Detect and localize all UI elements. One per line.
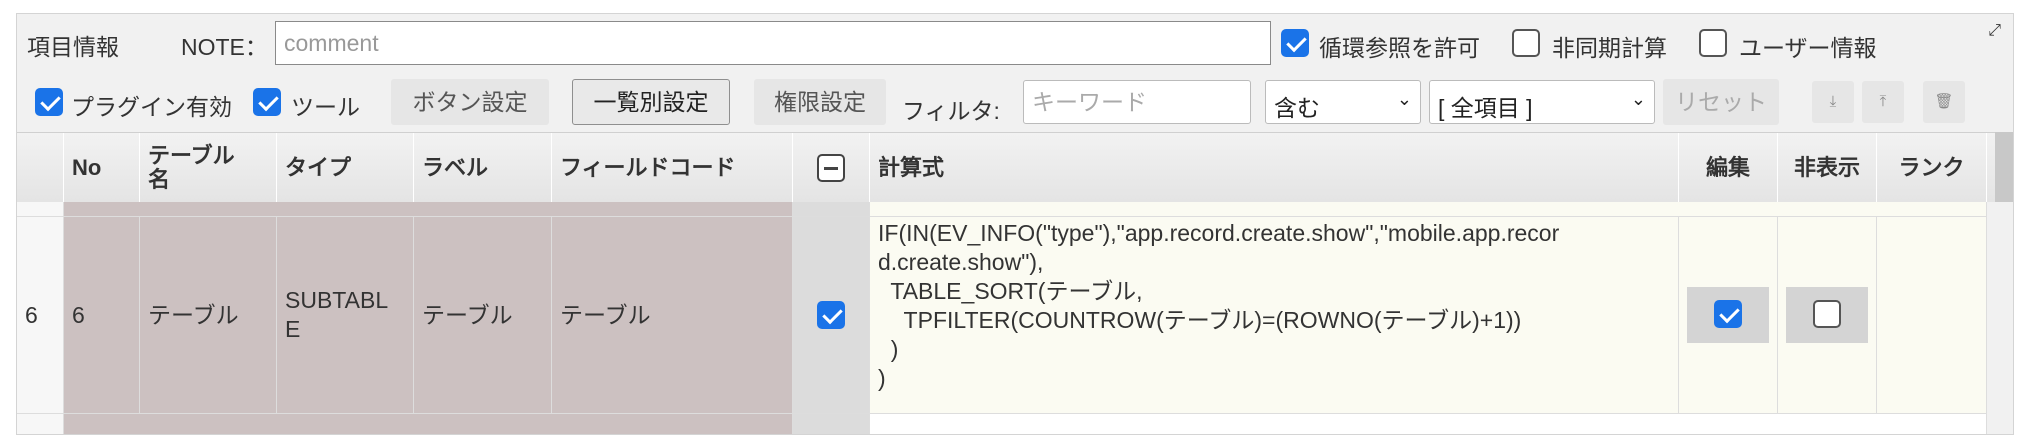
allow-circular-ref-label: 循環参照を許可	[1319, 35, 1480, 61]
col-hidden[interactable]: 非表示	[1778, 133, 1877, 203]
row-index: 6	[17, 217, 64, 414]
expand-icon[interactable]: ⤢	[1988, 22, 2001, 40]
async-calc-checkbox[interactable]	[1512, 29, 1540, 57]
col-label[interactable]: ラベル	[414, 133, 552, 203]
table-row[interactable]	[17, 414, 1997, 434]
section-title: 項目情報	[27, 34, 119, 60]
user-info-label: ユーザー情報	[1739, 35, 1877, 61]
col-type[interactable]: タイプ	[277, 133, 414, 203]
cell-edit	[1679, 217, 1778, 414]
filter-label: フィルタ:	[902, 98, 1000, 124]
cell-select	[793, 217, 870, 414]
plugin-settings-panel: 項目情報 NOTE： 循環参照を許可 非同期計算 ユーザー情報 ⤢ プラグイン有…	[16, 13, 2014, 435]
keyword-input[interactable]	[1023, 80, 1251, 124]
hidden-toggle[interactable]	[1786, 287, 1868, 343]
cell-table-name: テーブル	[140, 217, 277, 414]
download-icon[interactable]: ⤓	[1812, 81, 1854, 123]
list-settings-button[interactable]: 一覧別設定	[572, 79, 730, 125]
permission-settings-button[interactable]: 権限設定	[754, 79, 886, 125]
plugin-enabled-label: プラグイン有効	[71, 94, 232, 120]
table-row[interactable]: 6 6 テーブル SUBTABL E テーブル テーブル IF(IN(EV_IN…	[17, 217, 1997, 414]
cell-no: 6	[64, 217, 140, 414]
button-settings-button[interactable]: ボタン設定	[391, 79, 549, 125]
col-index	[17, 133, 64, 203]
deselect-all-icon[interactable]	[817, 154, 845, 182]
delete-icon[interactable]: 🗑	[1923, 81, 1965, 123]
tool-label: ツール	[291, 94, 360, 120]
match-select[interactable]: 含む ⌄	[1265, 80, 1421, 124]
cell-formula[interactable]: IF(IN(EV_INFO("type"),"app.record.create…	[870, 217, 1679, 414]
col-table-name[interactable]: テーブル 名	[140, 133, 277, 203]
match-select-value: 含む	[1274, 95, 1320, 121]
allow-circular-ref-checkbox[interactable]	[1281, 29, 1309, 57]
field-select[interactable]: [ 全項目 ] ⌄	[1429, 80, 1655, 124]
cell-field-code: テーブル	[552, 217, 793, 414]
chevron-down-icon: ⌄	[1630, 89, 1646, 109]
header-row: 項目情報 NOTE： 循環参照を許可 非同期計算 ユーザー情報 ⤢	[17, 14, 2013, 70]
table-header: No テーブル 名 タイプ ラベル フィールドコード 計算式 編集 非表示 ラン…	[17, 132, 1997, 203]
cell-type: SUBTABL E	[277, 217, 414, 414]
tool-checkbox[interactable]	[253, 88, 281, 116]
col-field-code[interactable]: フィールドコード	[552, 133, 793, 203]
async-calc-label: 非同期計算	[1552, 35, 1667, 61]
table-spacer	[17, 202, 1997, 217]
toolbar-row: プラグイン有効 ツール ボタン設定 一覧別設定 権限設定 フィルタ: 含む ⌄ …	[17, 70, 2013, 132]
reset-button[interactable]: リセット	[1663, 79, 1779, 125]
user-info-checkbox[interactable]	[1699, 29, 1727, 57]
cell-label: テーブル	[414, 217, 552, 414]
col-rank[interactable]: ランク	[1877, 133, 1987, 203]
col-select-all[interactable]	[793, 133, 870, 203]
note-label: NOTE：	[181, 34, 268, 60]
edit-toggle[interactable]	[1687, 287, 1769, 343]
col-edit[interactable]: 編集	[1679, 133, 1778, 203]
chevron-down-icon: ⌄	[1396, 89, 1412, 109]
col-formula[interactable]: 計算式	[870, 133, 1679, 203]
field-select-value: [ 全項目 ]	[1438, 95, 1533, 121]
cell-rank[interactable]	[1877, 217, 1987, 414]
hidden-checkbox[interactable]	[1813, 300, 1841, 328]
plugin-enabled-checkbox[interactable]	[35, 88, 63, 116]
scrollbar[interactable]	[1995, 132, 2013, 202]
edit-checkbox[interactable]	[1714, 300, 1742, 328]
cell-hidden	[1778, 217, 1877, 414]
col-no[interactable]: No	[64, 133, 140, 203]
upload-icon[interactable]: ⤒	[1862, 81, 1904, 123]
row-select-checkbox[interactable]	[817, 301, 845, 329]
note-input[interactable]	[275, 21, 1271, 65]
